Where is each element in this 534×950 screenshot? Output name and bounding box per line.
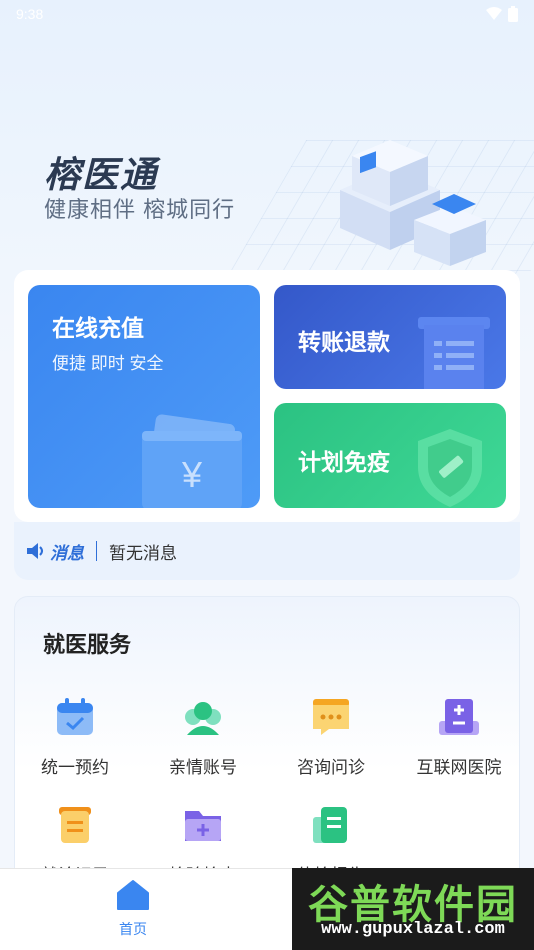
tab-home-label: 首页 [119, 921, 147, 937]
app-title: 榕医通 [44, 154, 159, 195]
home-icon [117, 880, 149, 910]
medical-services-section: 就医服务 统一预约 亲情账号 咨询问诊 互联网医院 [14, 596, 520, 886]
recharge-subtitle: 便捷 即时 安全 [52, 354, 164, 373]
service-unified-appointment[interactable]: 统一预约 [15, 695, 135, 778]
watermark-url: www.gupuxlazal.com [321, 920, 505, 939]
shield-syringe-icon [418, 429, 482, 507]
hospital-building-illustration [340, 140, 486, 266]
site-watermark: 谷普软件园 www.gupuxlazal.com [292, 868, 534, 950]
service-label: 咨询问诊 [297, 758, 365, 777]
service-consultation[interactable]: 咨询问诊 [271, 695, 391, 778]
service-family-account[interactable]: 亲情账号 [143, 695, 263, 778]
tab-home[interactable]: 首页 [100, 879, 166, 939]
status-bar: 9:38 [0, 0, 534, 28]
planned-immunization-card[interactable]: 计划免疫 [274, 403, 506, 508]
report-icon [313, 807, 347, 843]
calendar-icon [57, 698, 93, 735]
notice-divider [96, 541, 97, 561]
service-internet-hospital[interactable]: 互联网医院 [399, 695, 519, 778]
notice-label: 消息 [50, 543, 84, 563]
service-label: 统一预约 [41, 758, 109, 777]
refund-title: 转账退款 [298, 329, 390, 355]
record-icon [59, 807, 91, 843]
transfer-refund-card[interactable]: 转账退款 [274, 285, 506, 389]
battery-icon [508, 6, 518, 22]
service-label: 互联网医院 [416, 758, 502, 777]
family-account-icon [185, 702, 221, 735]
message-notice-bar[interactable]: 消息 暂无消息 [14, 522, 520, 580]
services-title: 就医服务 [43, 632, 132, 657]
speaker-icon [27, 543, 43, 559]
hospital-icon [439, 699, 479, 735]
wifi-icon [486, 7, 502, 20]
notice-text: 暂无消息 [109, 543, 177, 563]
vaccine-title: 计划免疫 [298, 449, 390, 475]
recharge-title: 在线充值 [52, 315, 144, 341]
svg-text:¥: ¥ [181, 454, 203, 495]
chat-icon [313, 699, 349, 735]
folder-medical-icon [185, 811, 221, 841]
service-label: 亲情账号 [169, 758, 237, 777]
document-list-icon [418, 317, 490, 389]
app-slogan: 健康相伴 榕城同行 [44, 197, 236, 222]
wallet-yen-icon: ¥ [142, 414, 242, 508]
status-time: 9:38 [16, 6, 44, 22]
online-recharge-card[interactable]: 在线充值 便捷 即时 安全 ¥ [28, 285, 260, 508]
